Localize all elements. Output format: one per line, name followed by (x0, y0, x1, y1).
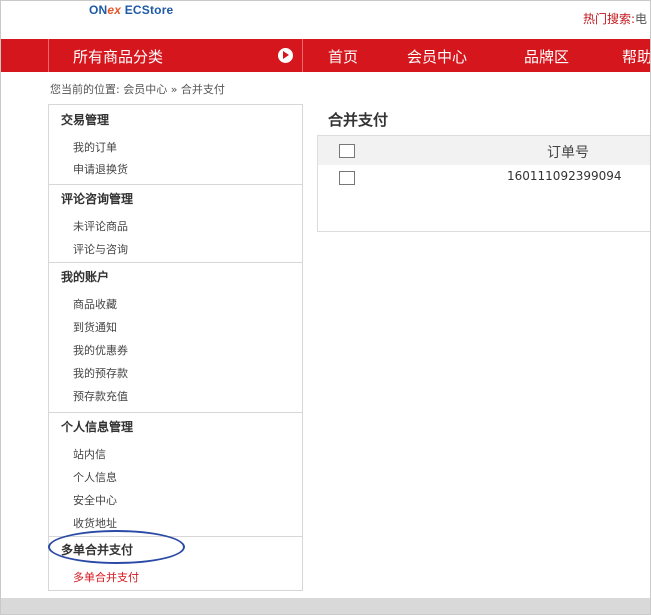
hot-search-keyword[interactable]: 电 (635, 12, 647, 26)
screenshot-frame: ONex ECStore 热门搜索:电 所有商品分类 首页 会员中心 品牌区 帮… (0, 0, 651, 615)
sidebar-item-address[interactable]: 收货地址 (73, 515, 117, 531)
sidebar-section-title: 个人信息管理 (61, 420, 134, 434)
orders-table: 订单号 160111092399094 (317, 135, 650, 232)
member-sidebar: 交易管理 我的订单 申请退换货 评论咨询管理 未评论商品 评论与咨询 我的账户 … (48, 104, 303, 591)
sidebar-item-messages[interactable]: 站内信 (73, 446, 106, 462)
row-checkbox[interactable] (339, 171, 355, 185)
hot-search-label: 热门搜索: (583, 12, 636, 26)
breadcrumb: 您当前的位置: 会员中心 » 合并支付 (50, 83, 225, 96)
column-header-order-no: 订单号 (547, 145, 589, 161)
sidebar-item-merge-pay[interactable]: 多单合并支付 (73, 569, 139, 585)
sidebar-section-title: 我的账户 (61, 270, 110, 284)
sidebar-section-reviews: 评论咨询管理 未评论商品 评论与咨询 (49, 184, 302, 262)
play-circle-icon (278, 48, 293, 63)
sidebar-section-trade: 交易管理 我的订单 申请退换货 (49, 105, 302, 184)
sidebar-item-arrival-notice[interactable]: 到货通知 (73, 319, 117, 335)
main-nav: 所有商品分类 首页 会员中心 品牌区 帮助 (1, 39, 650, 72)
nav-link-help[interactable]: 帮助 (622, 46, 650, 67)
nav-link-home[interactable]: 首页 (328, 46, 358, 67)
sidebar-section-title: 评论咨询管理 (61, 192, 134, 206)
nav-link-brands[interactable]: 品牌区 (524, 46, 569, 67)
sidebar-item-my-orders[interactable]: 我的订单 (73, 139, 117, 155)
sidebar-item-profile[interactable]: 个人信息 (73, 469, 117, 485)
sidebar-item-favorites[interactable]: 商品收藏 (73, 296, 117, 312)
all-categories-label: 所有商品分类 (73, 48, 164, 66)
select-all-checkbox[interactable] (339, 144, 355, 158)
sidebar-item-security[interactable]: 安全中心 (73, 492, 117, 508)
highlight-ellipse (48, 530, 185, 564)
sidebar-section-personal: 个人信息管理 站内信 个人信息 安全中心 收货地址 (49, 412, 302, 536)
nav-link-member-center[interactable]: 会员中心 (407, 46, 467, 67)
hot-search: 热门搜索:电 (583, 10, 647, 27)
all-categories-menu[interactable]: 所有商品分类 (48, 39, 303, 72)
sidebar-item-deposit[interactable]: 我的预存款 (73, 365, 128, 381)
table-header: 订单号 (318, 136, 650, 165)
sidebar-item-unreviewed[interactable]: 未评论商品 (73, 218, 128, 234)
order-number: 160111092399094 (507, 169, 622, 183)
sidebar-item-deposit-recharge[interactable]: 预存款充值 (73, 388, 128, 404)
sidebar-section-account: 我的账户 商品收藏 到货通知 我的优惠券 我的预存款 预存款充值 (49, 262, 302, 412)
store-logo[interactable]: ONex ECStore (89, 3, 173, 17)
sidebar-item-return-request[interactable]: 申请退换货 (73, 161, 128, 177)
page-title: 合并支付 (328, 111, 389, 129)
sidebar-section-title: 交易管理 (61, 113, 110, 127)
footer-bar (1, 598, 650, 614)
sidebar-item-coupons[interactable]: 我的优惠券 (73, 342, 128, 358)
sidebar-item-reviews-consult[interactable]: 评论与咨询 (73, 241, 128, 257)
